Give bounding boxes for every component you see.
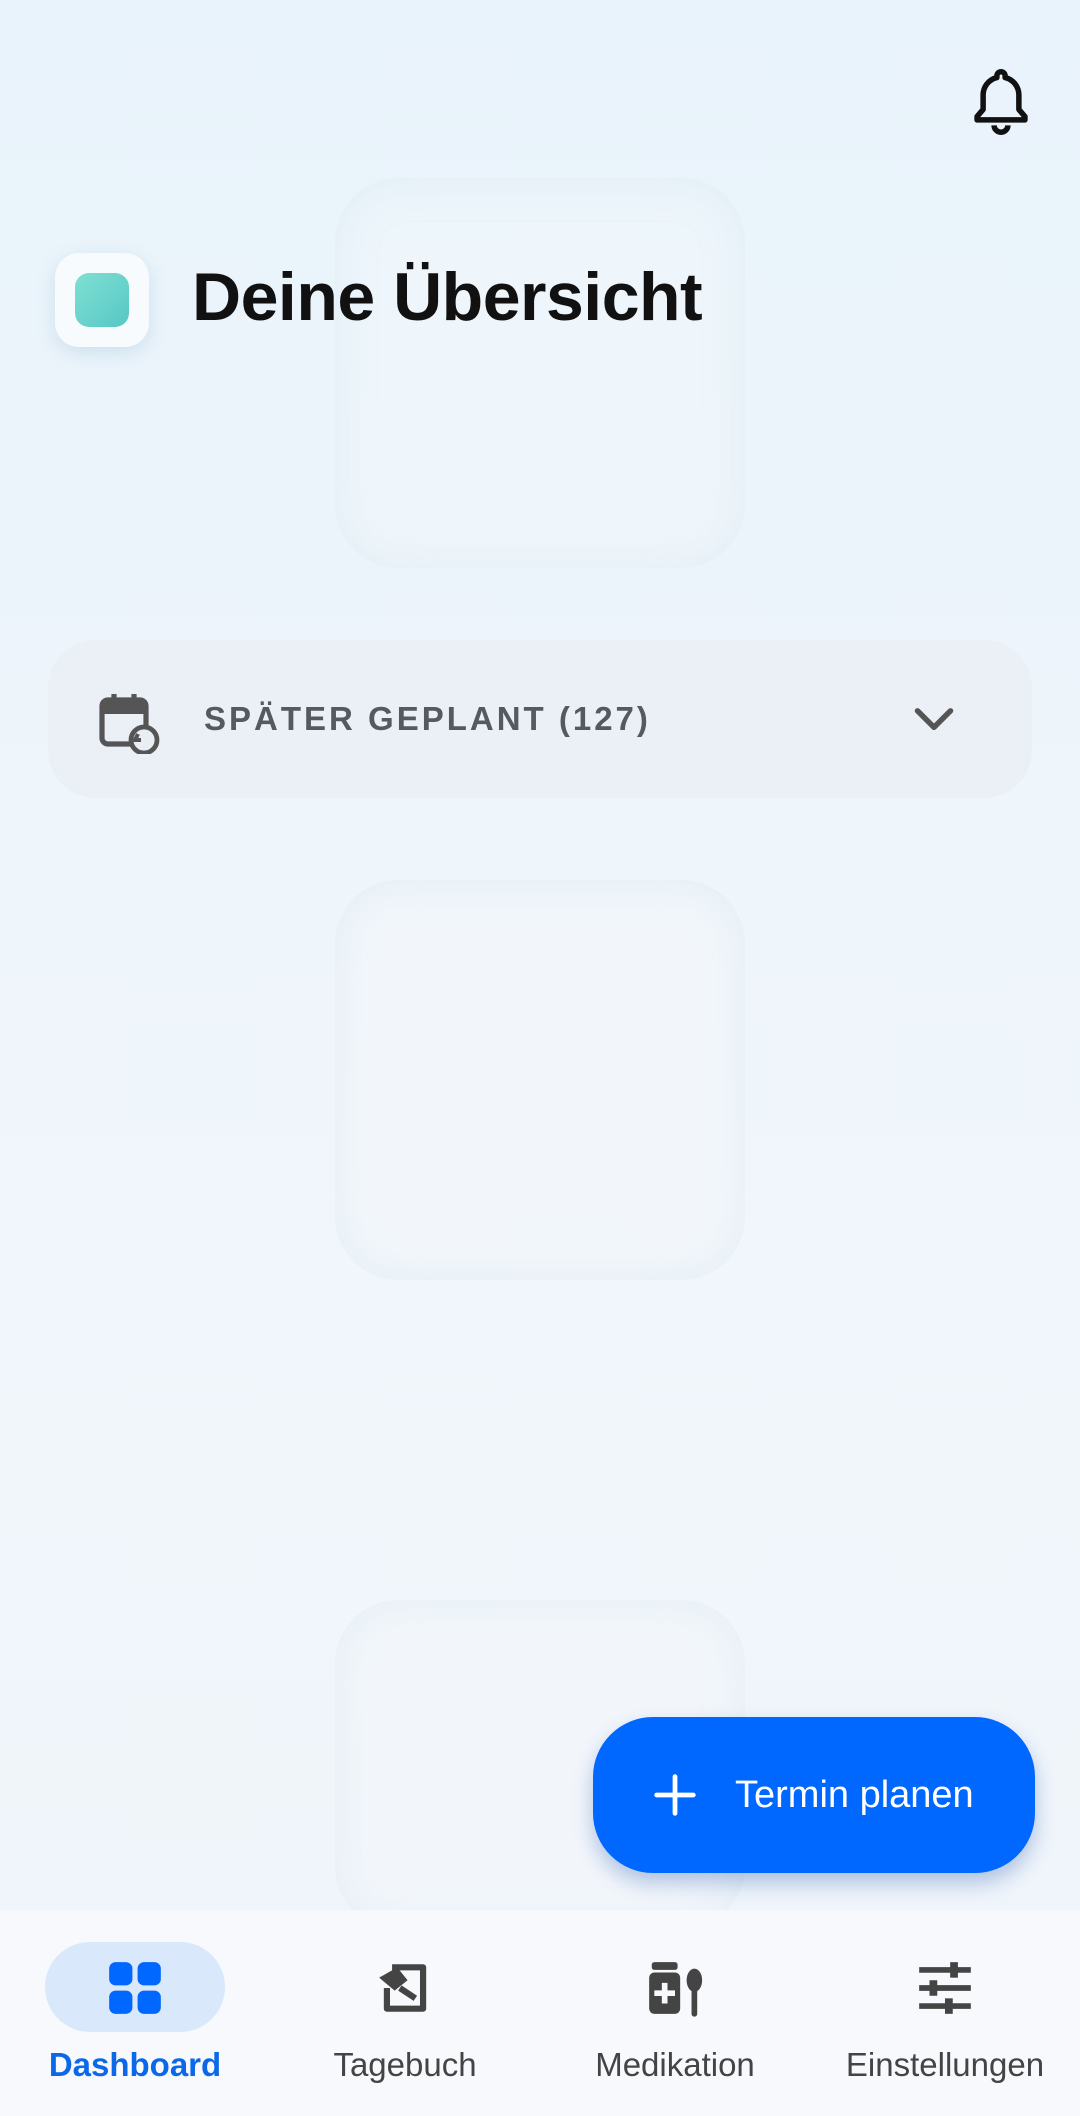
nav-label-tagebuch: Tagebuch: [333, 2046, 477, 2083]
notifications-button[interactable]: [968, 66, 1034, 138]
grid-icon: [109, 1962, 161, 2014]
medication-icon: [649, 1962, 703, 2017]
sliders-icon: [919, 1962, 971, 2014]
nav-item-einstellungen[interactable]: Einstellungen: [810, 1910, 1080, 2116]
nav-label-dashboard: Dashboard: [48, 2046, 222, 2083]
calendar-history-icon: [99, 694, 160, 754]
bottom-navigation: Dashboard Tagebuch Medikation Einstellun…: [0, 1910, 1080, 2116]
background-decoration: [335, 880, 745, 1280]
planned-section-label: SPÄTER GEPLANT (127): [204, 700, 651, 737]
background-decoration: [335, 178, 745, 568]
nav-label-einstellungen: Einstellungen: [845, 2046, 1045, 2083]
plus-icon: [654, 1774, 696, 1816]
nav-label-medikation: Medikation: [595, 2046, 755, 2083]
app-logo: [55, 253, 149, 347]
schedule-appointment-button[interactable]: Termin planen: [593, 1717, 1035, 1873]
nav-item-tagebuch[interactable]: Tagebuch: [270, 1910, 540, 2116]
page-title: Deine Übersicht: [192, 259, 703, 335]
app-logo-image: [75, 273, 129, 327]
bell-icon: [974, 69, 1028, 135]
chevron-down-icon[interactable]: [912, 704, 956, 736]
nav-item-dashboard[interactable]: Dashboard: [0, 1910, 270, 2116]
diary-icon: [379, 1964, 427, 2012]
schedule-appointment-label: Termin planen: [735, 1773, 974, 1816]
nav-item-medikation[interactable]: Medikation: [540, 1910, 810, 2116]
